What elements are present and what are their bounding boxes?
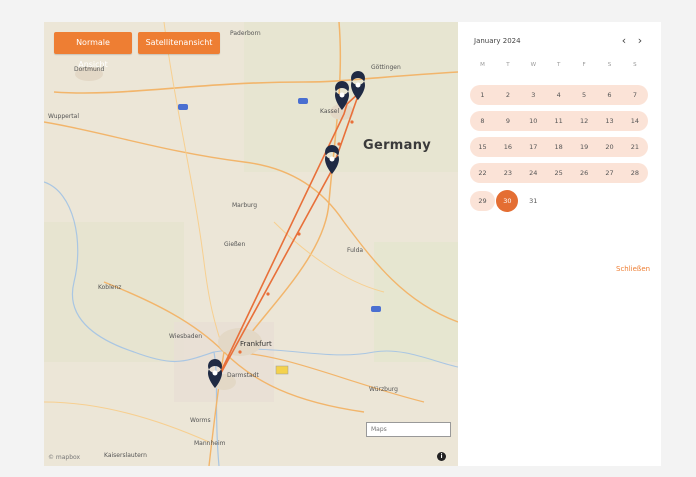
next-month-button[interactable]: ›: [634, 34, 646, 47]
map-search-input[interactable]: [366, 422, 451, 437]
calendar-day[interactable]: 3: [521, 85, 546, 105]
calendar-day-selected[interactable]: 30: [496, 190, 519, 212]
map-label-mannheim: Mannheim: [194, 440, 226, 447]
weekday-label: T: [506, 62, 510, 68]
map-label-giessen: Gießen: [224, 241, 246, 248]
calendar-day[interactable]: 4: [546, 85, 571, 105]
date-picker: January 2024 ‹ › M T W T F S S 1 2 3 4 5…: [458, 22, 661, 466]
weekday-label: S: [633, 62, 637, 68]
map-label-dortmund: Dortmund: [74, 66, 105, 73]
calendar-week: 29 30 31: [470, 190, 648, 212]
calendar-day[interactable]: 18: [546, 137, 571, 157]
map-label-paderborn: Paderborn: [230, 30, 261, 37]
map-label-goettingen: Göttingen: [371, 64, 401, 71]
calendar-week: 15 16 17 18 19 20 21: [470, 137, 648, 157]
calendar-day[interactable]: 29: [470, 191, 495, 211]
map-view[interactable]: Normale Ansicht Satellitenansicht Paderb…: [44, 22, 458, 466]
calendar-day[interactable]: 23: [495, 163, 520, 183]
close-button[interactable]: Schließen: [616, 265, 650, 273]
weekday-label: F: [582, 62, 586, 68]
map-label-fulda: Fulda: [347, 247, 364, 254]
satellite-view-button[interactable]: Satellitenansicht: [138, 32, 220, 54]
calendar-day[interactable]: 9: [495, 111, 520, 131]
trip-card: Normale Ansicht Satellitenansicht Paderb…: [44, 22, 661, 466]
calendar-day[interactable]: 7: [622, 85, 647, 105]
map-label-koblenz: Koblenz: [98, 284, 122, 291]
calendar-day[interactable]: 10: [521, 111, 546, 131]
calendar-day[interactable]: 1: [470, 85, 495, 105]
weekday-label: M: [480, 62, 485, 68]
calendar-day[interactable]: 21: [622, 137, 647, 157]
calendar-week: 1 2 3 4 5 6 7: [470, 85, 648, 105]
map-label-marburg: Marburg: [232, 202, 258, 209]
calendar-day[interactable]: 2: [495, 85, 520, 105]
map-label-kaiserslautern: Kaiserslautern: [104, 452, 147, 459]
weekday-header: M T W T F S S: [470, 62, 648, 72]
calendar-day[interactable]: 12: [572, 111, 597, 131]
weekday-label: S: [607, 62, 612, 68]
calendar-day[interactable]: 20: [597, 137, 622, 157]
map-label-darmstadt: Darmstadt: [227, 372, 259, 379]
calendar-week: 22 23 24 25 26 27 28: [470, 163, 648, 183]
calendar-day[interactable]: 31: [521, 191, 546, 211]
calendar-day[interactable]: 5: [572, 85, 597, 105]
calendar-day[interactable]: 15: [470, 137, 495, 157]
weekday-label: T: [557, 62, 561, 68]
calendar-day[interactable]: 11: [546, 111, 571, 131]
calendar-day[interactable]: 24: [521, 163, 546, 183]
map-label-wuppertal: Wuppertal: [48, 113, 79, 120]
normal-view-button[interactable]: Normale Ansicht: [54, 32, 132, 69]
map-label-germany: Germany: [363, 138, 432, 153]
calendar-day[interactable]: 22: [470, 163, 495, 183]
calendar-day[interactable]: 14: [622, 111, 647, 131]
calendar-day[interactable]: 6: [597, 85, 622, 105]
calendar-day[interactable]: 26: [572, 163, 597, 183]
calendar-day[interactable]: 25: [546, 163, 571, 183]
map-label-frankfurt: Frankfurt: [240, 340, 272, 348]
weekday-label: W: [530, 62, 537, 68]
calendar-day[interactable]: 19: [572, 137, 597, 157]
calendar-day[interactable]: 13: [597, 111, 622, 131]
map-base: [44, 22, 458, 466]
map-label-worms: Worms: [190, 417, 211, 424]
calendar-day[interactable]: 17: [521, 137, 546, 157]
map-label-wuerzburg: Würzburg: [369, 386, 398, 393]
calendar-day[interactable]: 27: [597, 163, 622, 183]
calendar-day[interactable]: 8: [470, 111, 495, 131]
previous-month-button[interactable]: ‹: [618, 34, 630, 47]
map-attribution[interactable]: © mapbox: [48, 454, 80, 461]
calendar-day[interactable]: 16: [495, 137, 520, 157]
map-label-kassel: Kassel: [320, 108, 340, 115]
map-label-wiesbaden: Wiesbaden: [169, 333, 203, 340]
info-icon[interactable]: i: [437, 452, 446, 461]
calendar-day[interactable]: 28: [622, 163, 647, 183]
month-label: January 2024: [474, 37, 521, 45]
calendar-week: 8 9 10 11 12 13 14: [470, 111, 648, 131]
